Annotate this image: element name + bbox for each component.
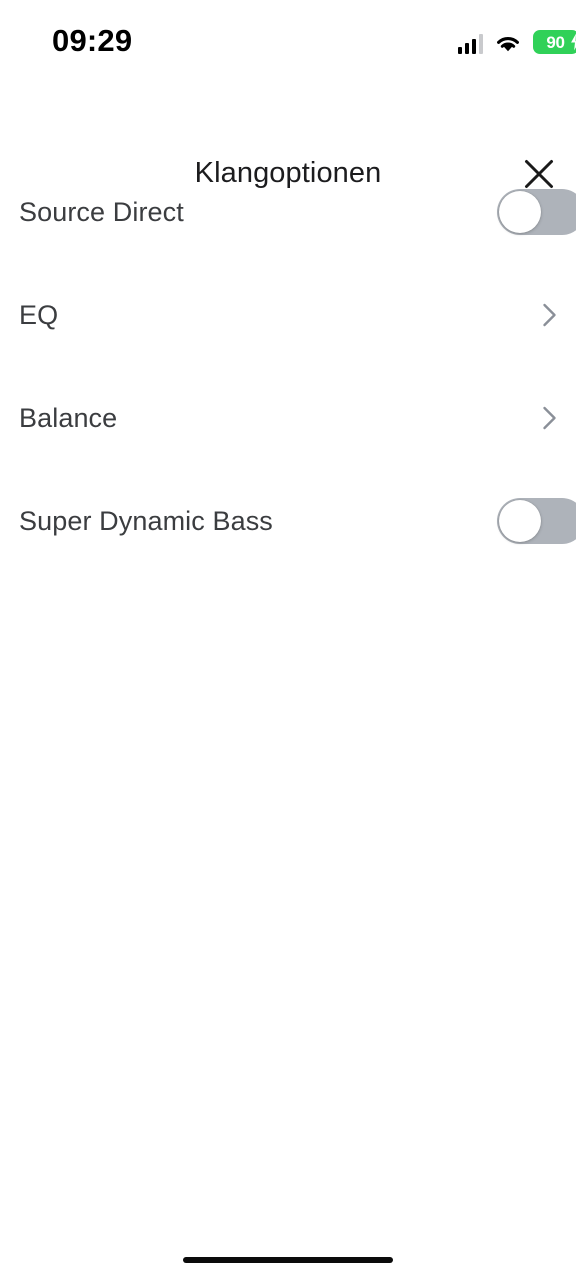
toggle-super-dynamic-bass[interactable] bbox=[497, 497, 576, 544]
row-label-super-dynamic-bass: Super Dynamic Bass bbox=[19, 505, 273, 536]
status-bar: 09:29 90 bbox=[0, 0, 576, 72]
toggle-knob bbox=[499, 499, 541, 542]
phone-screen: 09:29 90 Klangoptionen Source Direct EQ … bbox=[0, 0, 576, 1280]
settings-row-eq[interactable]: EQ bbox=[0, 263, 576, 366]
settings-row-balance[interactable]: Balance bbox=[0, 366, 576, 469]
settings-list: Source Direct EQ Balance Super Dynamic B… bbox=[0, 160, 576, 572]
settings-row-source-direct[interactable]: Source Direct bbox=[0, 160, 576, 263]
settings-row-super-dynamic-bass[interactable]: Super Dynamic Bass bbox=[0, 469, 576, 572]
toggle-knob bbox=[499, 190, 541, 233]
row-accessory-super-dynamic-bass bbox=[497, 469, 576, 572]
wifi-icon bbox=[494, 33, 522, 54]
chevron-right-icon[interactable] bbox=[534, 300, 564, 330]
status-bar-indicators: 90 bbox=[457, 28, 576, 54]
row-label-balance: Balance bbox=[19, 402, 118, 433]
row-accessory-source-direct bbox=[497, 160, 576, 263]
home-indicator[interactable] bbox=[183, 1257, 393, 1263]
battery-percent-label: 90 bbox=[546, 32, 565, 52]
cellular-signal-icon bbox=[457, 33, 483, 54]
charging-bolt-icon bbox=[569, 31, 576, 53]
row-label-eq: EQ bbox=[19, 299, 59, 330]
status-bar-time: 09:29 bbox=[52, 23, 133, 58]
chevron-right-icon[interactable] bbox=[534, 403, 564, 433]
toggle-source-direct[interactable] bbox=[497, 188, 576, 235]
row-label-source-direct: Source Direct bbox=[19, 196, 184, 227]
battery-charging-icon: 90 bbox=[533, 30, 576, 54]
row-accessory-eq bbox=[534, 263, 576, 366]
row-accessory-balance bbox=[534, 366, 576, 469]
page-header: Klangoptionen bbox=[0, 72, 576, 189]
